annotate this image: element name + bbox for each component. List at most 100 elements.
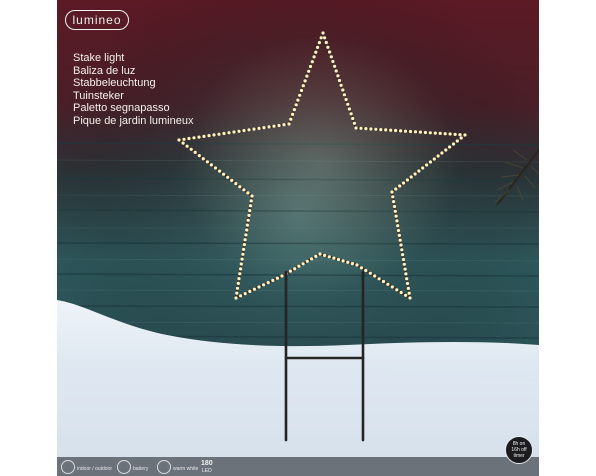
led-bulb — [352, 121, 356, 125]
feature-label-indoor-outdoor: indoor / outdoor — [77, 466, 113, 472]
led-bulb — [342, 93, 346, 97]
led-bulb — [212, 133, 216, 137]
led-bulb — [327, 255, 331, 259]
led-bulb — [405, 178, 409, 182]
led-bulb — [403, 267, 407, 271]
led-bulb — [252, 287, 256, 291]
led-bulb — [187, 136, 191, 141]
led-bulb — [326, 45, 330, 49]
led-bulb — [241, 252, 245, 256]
led-bulb — [334, 69, 338, 73]
timer-badge: 8h on 16h off timer — [505, 436, 533, 464]
led-count-unit: LED — [201, 468, 212, 474]
led-bulb — [242, 128, 246, 133]
led-bulb — [297, 264, 301, 268]
led-bulb — [245, 223, 249, 227]
led-bulb — [244, 233, 248, 237]
led-bulb — [189, 147, 193, 151]
led-bulb — [381, 279, 386, 284]
led-bulb — [289, 117, 293, 121]
led-bulb — [235, 291, 239, 295]
led-bulb — [395, 288, 399, 292]
led-bulb — [312, 55, 316, 59]
led-bulb — [394, 214, 398, 218]
led-bulb — [232, 130, 236, 134]
led-bulb — [404, 272, 408, 276]
led-bulb — [213, 166, 218, 170]
led-bulb — [433, 131, 437, 135]
led-bulb — [242, 243, 246, 247]
led-bulb — [303, 79, 307, 83]
led-bulb — [436, 154, 440, 158]
led-bulb — [399, 243, 403, 247]
led-bulb — [417, 169, 421, 173]
led-bulb — [280, 274, 284, 278]
led-bulb — [239, 294, 243, 298]
led-bulb — [402, 262, 406, 266]
product-name-es: Baliza de luz — [73, 64, 136, 77]
led-bulb — [428, 131, 432, 135]
indoor-outdoor-icon — [61, 460, 75, 474]
led-bulb — [350, 262, 354, 266]
led-bulb — [246, 218, 250, 222]
led-bulb — [246, 191, 250, 195]
led-bulb — [237, 129, 241, 133]
led-bulb — [377, 277, 381, 281]
led-bulb — [374, 127, 378, 131]
led-bulb — [344, 97, 348, 102]
led-bulb — [379, 128, 383, 132]
feature-icon-bar: indoor / outdoor battery warm white 180 … — [57, 457, 539, 476]
led-bulb — [321, 31, 325, 35]
led-bulb — [337, 78, 342, 83]
led-bulb — [394, 187, 398, 191]
led-bulb — [218, 169, 222, 173]
led-bulb — [328, 50, 332, 54]
led-bulb — [296, 98, 300, 102]
led-bulb — [248, 209, 252, 213]
brand-logo-text: lumineo — [72, 13, 122, 27]
led-bulb — [331, 59, 335, 64]
led-bulb — [453, 132, 457, 136]
led-bulb — [409, 175, 413, 179]
brand-logo: lumineo — [65, 10, 129, 30]
led-bulb — [401, 257, 406, 262]
led-bulb — [291, 112, 295, 116]
led-bulb — [314, 254, 318, 258]
led-bulb — [423, 130, 427, 135]
led-bulb — [364, 127, 368, 131]
led-bulb — [391, 195, 395, 199]
product-name-list: Stake light Baliza de luz Stabbeleuchtun… — [73, 52, 193, 127]
led-bulb — [243, 238, 247, 242]
led-bulb — [310, 257, 314, 261]
led-bulb — [222, 131, 226, 136]
led-bulb — [250, 194, 254, 198]
led-bulb — [271, 278, 275, 282]
led-bulb — [444, 148, 448, 152]
led-bulb — [236, 281, 240, 285]
led-bulb — [282, 123, 286, 127]
led-bulb — [341, 88, 345, 92]
product-package: lumineo Stake light Baliza de luz Stabbe… — [57, 0, 539, 476]
product-name-it: Paletto segnapasso — [73, 102, 170, 114]
led-bulb — [400, 248, 404, 252]
led-bulb — [349, 112, 353, 116]
product-name-de: Stabbeleuchtung — [73, 77, 156, 89]
led-bulb — [248, 204, 253, 208]
led-bulb — [217, 132, 221, 136]
led-bulb — [257, 126, 261, 130]
led-bulb — [355, 263, 359, 267]
led-bulb — [384, 128, 388, 132]
led-bulb — [440, 151, 444, 155]
led-bulb — [390, 285, 394, 289]
led-bulb — [238, 185, 242, 189]
led-bulb — [238, 272, 242, 276]
led-bulb — [398, 238, 402, 242]
led-bulb — [305, 259, 309, 263]
led-bulb — [407, 291, 411, 295]
led-bulb — [369, 127, 373, 131]
led-count: 180 LED — [201, 460, 213, 474]
led-bulb — [299, 88, 304, 93]
led-bulb — [396, 228, 401, 233]
led-bulb — [192, 136, 196, 140]
led-bulb — [267, 125, 271, 129]
